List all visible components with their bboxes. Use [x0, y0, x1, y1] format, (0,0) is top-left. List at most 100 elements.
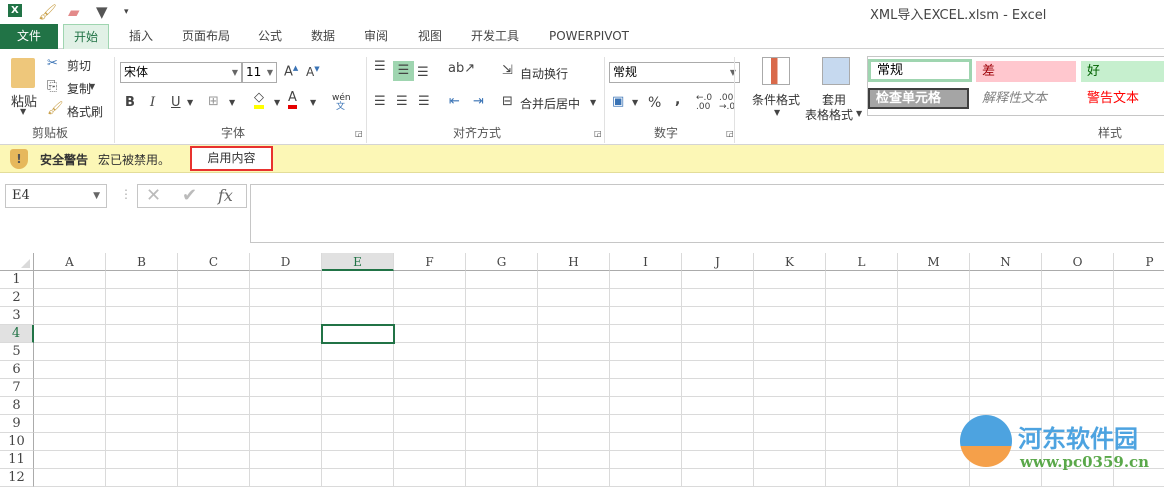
column-header-k[interactable]: K — [754, 253, 826, 271]
cell-a6[interactable] — [34, 361, 106, 379]
paste-icon[interactable] — [11, 58, 35, 88]
cell-d6[interactable] — [250, 361, 322, 379]
orientation-icon[interactable]: ab↗ — [448, 61, 475, 76]
cell-i12[interactable] — [610, 469, 682, 487]
cell-m2[interactable] — [898, 289, 970, 307]
cell-l10[interactable] — [826, 433, 898, 451]
cell-c8[interactable] — [178, 397, 250, 415]
cell-c10[interactable] — [178, 433, 250, 451]
conditional-format-button[interactable]: 条件格式 — [752, 91, 800, 108]
tab-view[interactable]: 视图 — [410, 24, 450, 49]
cell-k9[interactable] — [754, 415, 826, 433]
cell-n8[interactable] — [970, 397, 1042, 415]
tab-data[interactable]: 数据 — [303, 24, 343, 49]
align-middle-icon[interactable]: ☰ — [393, 61, 414, 81]
cell-d12[interactable] — [250, 469, 322, 487]
accounting-dropdown-icon[interactable]: ▼ — [632, 98, 638, 107]
cell-l11[interactable] — [826, 451, 898, 469]
cell-m1[interactable] — [898, 271, 970, 289]
decrease-decimal-icon[interactable]: .00 →.0 — [719, 94, 735, 112]
cell-n4[interactable] — [970, 325, 1042, 343]
increase-decimal-icon[interactable]: ←.0.00 — [696, 94, 712, 112]
column-header-i[interactable]: I — [610, 253, 682, 271]
cell-a3[interactable] — [34, 307, 106, 325]
cell-f2[interactable] — [394, 289, 466, 307]
cell-l3[interactable] — [826, 307, 898, 325]
row-header-8[interactable]: 8 — [0, 397, 34, 415]
cell-k7[interactable] — [754, 379, 826, 397]
cell-n5[interactable] — [970, 343, 1042, 361]
cell-f7[interactable] — [394, 379, 466, 397]
cell-g8[interactable] — [466, 397, 538, 415]
cell-f12[interactable] — [394, 469, 466, 487]
cell-g9[interactable] — [466, 415, 538, 433]
cell-k6[interactable] — [754, 361, 826, 379]
increase-font-icon[interactable]: A▲ — [284, 64, 298, 79]
cell-f11[interactable] — [394, 451, 466, 469]
cell-a10[interactable] — [34, 433, 106, 451]
cell-e5[interactable] — [322, 343, 394, 361]
cell-p2[interactable] — [1114, 289, 1164, 307]
cell-i2[interactable] — [610, 289, 682, 307]
align-center-icon[interactable]: ☰ — [396, 94, 408, 109]
cell-k11[interactable] — [754, 451, 826, 469]
enter-check-icon[interactable]: ✔ — [182, 185, 197, 206]
merge-dropdown-icon[interactable]: ▼ — [590, 98, 596, 107]
cell-l1[interactable] — [826, 271, 898, 289]
fill-color-icon[interactable]: ◇ — [254, 91, 264, 109]
align-left-icon[interactable]: ☰ — [374, 94, 386, 109]
cell-h3[interactable] — [538, 307, 610, 325]
style-normal[interactable]: 常规 — [868, 59, 972, 82]
cell-l7[interactable] — [826, 379, 898, 397]
bold-button[interactable]: B — [125, 95, 135, 110]
cell-a5[interactable] — [34, 343, 106, 361]
insert-function-button[interactable]: fx — [218, 186, 233, 205]
cell-k10[interactable] — [754, 433, 826, 451]
fill-dropdown-icon[interactable]: ▼ — [274, 98, 280, 107]
cell-j10[interactable] — [682, 433, 754, 451]
cell-n6[interactable] — [970, 361, 1042, 379]
cell-g10[interactable] — [466, 433, 538, 451]
cell-o5[interactable] — [1042, 343, 1114, 361]
cell-g11[interactable] — [466, 451, 538, 469]
cell-p1[interactable] — [1114, 271, 1164, 289]
phonetic-button[interactable]: wén 文 — [332, 94, 351, 112]
style-warning-text[interactable]: 警告文本 — [1081, 87, 1164, 110]
conditional-dropdown-icon[interactable]: ▼ — [774, 108, 780, 117]
tab-review[interactable]: 审阅 — [356, 24, 396, 49]
cell-e6[interactable] — [322, 361, 394, 379]
column-header-c[interactable]: C — [178, 253, 250, 271]
cell-b9[interactable] — [106, 415, 178, 433]
format-table-button[interactable]: 表格格式 — [805, 106, 853, 123]
font-color-icon[interactable]: A — [288, 91, 297, 109]
column-header-b[interactable]: B — [106, 253, 178, 271]
cell-b3[interactable] — [106, 307, 178, 325]
wrap-text-button[interactable]: 自动换行 — [520, 65, 568, 82]
cell-i4[interactable] — [610, 325, 682, 343]
cell-j5[interactable] — [682, 343, 754, 361]
cell-b12[interactable] — [106, 469, 178, 487]
decrease-font-icon[interactable]: A▼ — [306, 65, 320, 79]
cell-c11[interactable] — [178, 451, 250, 469]
cell-k5[interactable] — [754, 343, 826, 361]
cell-n1[interactable] — [970, 271, 1042, 289]
cell-p7[interactable] — [1114, 379, 1164, 397]
cell-f4[interactable] — [394, 325, 466, 343]
cell-d1[interactable] — [250, 271, 322, 289]
column-header-o[interactable]: O — [1042, 253, 1114, 271]
cell-b5[interactable] — [106, 343, 178, 361]
cell-o4[interactable] — [1042, 325, 1114, 343]
cell-m5[interactable] — [898, 343, 970, 361]
paste-dropdown-icon[interactable]: ▼ — [20, 107, 26, 116]
row-header-7[interactable]: 7 — [0, 379, 34, 397]
cell-d9[interactable] — [250, 415, 322, 433]
cell-c6[interactable] — [178, 361, 250, 379]
eraser-icon[interactable]: ▰ — [68, 3, 80, 21]
cell-j1[interactable] — [682, 271, 754, 289]
tab-home[interactable]: 开始 — [63, 24, 109, 49]
cell-i8[interactable] — [610, 397, 682, 415]
cell-h8[interactable] — [538, 397, 610, 415]
cell-a4[interactable] — [34, 325, 106, 343]
cell-l8[interactable] — [826, 397, 898, 415]
cell-g12[interactable] — [466, 469, 538, 487]
